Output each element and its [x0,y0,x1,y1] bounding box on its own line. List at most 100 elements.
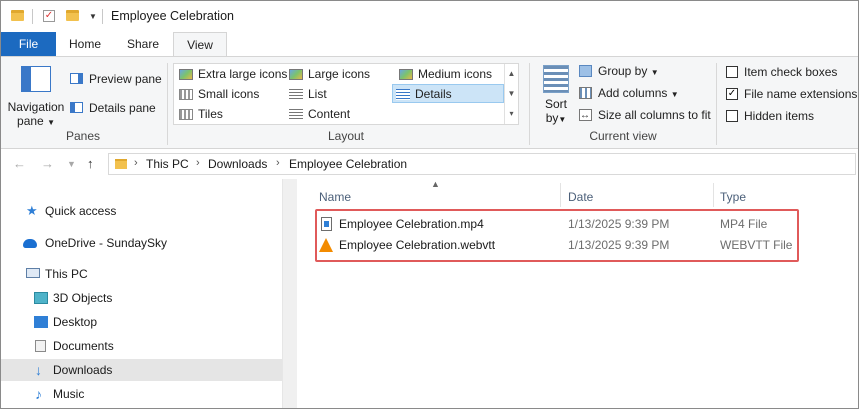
details-pane-button[interactable]: Details pane [70,99,156,117]
layout-list[interactable]: List [286,85,327,104]
preview-pane-label: Preview pane [89,72,162,86]
gallery-down-icon[interactable]: ▼ [505,84,518,104]
properties-check-icon[interactable]: ✓ [43,10,55,22]
folder-icon [11,10,24,21]
address-bar-row: ← → ▼ ↑ › This PC › Downloads › Employee… [1,150,858,178]
file-name-extensions-checkbox[interactable]: ✓ [726,88,738,100]
forward-arrow-icon[interactable]: → [41,156,54,171]
navigation-pane: ★ Quick access OneDrive - SundaySky This… [1,179,297,408]
file-type: MP4 File [720,217,768,231]
nav-item-3d-objects[interactable]: 3D Objects [1,287,282,309]
hidden-items-option[interactable]: Hidden items [725,107,814,125]
hidden-items-checkbox[interactable] [726,110,738,122]
layout-tiles[interactable]: Tiles [176,105,223,124]
column-header-name[interactable]: Name [319,187,351,207]
item-check-boxes-checkbox[interactable] [726,66,738,78]
details-pane-label: Details pane [89,101,156,115]
navigation-pane-label-2: pane ▼ [17,114,55,128]
layout-group-label: Layout [327,129,365,143]
nav-item-music[interactable]: ♪ Music [1,383,282,405]
sort-by-label: Sort [544,97,567,111]
sort-by-label-2: by▼ [545,111,567,125]
folder-icon [115,159,127,169]
image-medium-icon [399,69,413,80]
table-row[interactable]: Employee Celebration.webvtt 1/13/2025 9:… [319,235,799,255]
layout-gallery: Extra large icons Large icons Medium ico… [173,63,519,125]
chevron-down-icon: ▼ [558,115,567,124]
file-type: WEBVTT File [720,238,793,252]
breadcrumb-separator-icon[interactable]: › [196,157,200,169]
ribbon-view: Navigation pane ▼ Preview pane Details p… [1,56,858,149]
column-header-type[interactable]: Type [720,187,746,207]
navigation-pane-button[interactable]: Navigation pane ▼ [7,63,65,128]
layout-medium-icons[interactable]: Medium icons [396,65,492,84]
tab-file[interactable]: File [1,32,56,56]
breadcrumb-separator-icon[interactable]: › [134,157,138,169]
gallery-more-icon[interactable]: ▾ [505,104,518,124]
file-name-extensions-option[interactable]: ✓ File name extensions [725,85,857,103]
tab-home[interactable]: Home [57,32,113,56]
navigation-pane-scrollbar[interactable] [282,179,297,408]
layout-small-icons[interactable]: Small icons [176,85,259,104]
group-by-icon [579,65,592,77]
size-columns-button[interactable]: Size all columns to fit [579,106,711,125]
window-title: Employee Celebration [111,9,234,23]
content-icon [289,109,303,120]
new-folder-icon[interactable] [66,10,79,21]
recent-locations-chevron-icon[interactable]: ▼ [67,159,76,169]
group-by-button[interactable]: Group by ▼ [579,62,659,80]
preview-pane-button[interactable]: Preview pane [70,70,162,88]
image-large-icon [179,69,193,80]
gallery-up-icon[interactable]: ▲ [505,64,518,84]
file-date: 1/13/2025 9:39 PM [568,238,670,252]
details-pane-icon [70,102,83,113]
layout-extra-large-icons[interactable]: Extra large icons [176,65,287,84]
nav-item-documents[interactable]: Documents [1,335,282,357]
title-bar: ✓ ▼ Employee Celebration [1,1,858,32]
list-icon [289,89,303,100]
ribbon-separator [529,63,530,145]
tab-view[interactable]: View [173,32,227,57]
tab-share[interactable]: Share [114,32,172,56]
breadcrumb-downloads[interactable]: Downloads [208,157,267,171]
sort-icon [543,65,569,93]
nav-item-onedrive[interactable]: OneDrive - SundaySky [1,232,282,254]
chevron-down-icon: ▼ [650,68,659,77]
video-file-icon [321,217,332,231]
address-bar[interactable]: › This PC › Downloads › Employee Celebra… [108,153,856,175]
add-columns-icon [579,87,592,99]
breadcrumb-separator-icon[interactable]: › [276,157,280,169]
current-view-group-label: Current view [589,129,657,143]
cube-icon [34,292,48,304]
layout-details[interactable]: Details [392,84,504,103]
column-divider[interactable] [713,183,714,207]
layout-large-icons[interactable]: Large icons [286,65,370,84]
back-arrow-icon[interactable]: ← [13,156,26,171]
nav-item-this-pc[interactable]: This PC [1,263,282,285]
table-row[interactable]: Employee Celebration.mp4 1/13/2025 9:39 … [319,214,799,234]
desktop-icon [34,316,48,328]
chevron-down-icon: ▼ [47,118,55,127]
breadcrumb-this-pc[interactable]: This PC [146,157,189,171]
music-icon: ♪ [35,386,42,402]
item-check-boxes-option[interactable]: Item check boxes [725,63,837,81]
up-arrow-icon[interactable]: ↑ [87,156,94,171]
column-divider[interactable] [560,183,561,207]
breadcrumb-employee-celebration[interactable]: Employee Celebration [289,157,407,171]
nav-item-quick-access[interactable]: ★ Quick access [1,200,282,222]
toolbar-separator [32,9,33,24]
layout-content[interactable]: Content [286,105,350,124]
details-icon [396,89,410,100]
download-icon: ↓ [35,362,42,378]
add-columns-button[interactable]: Add columns ▼ [579,84,679,102]
file-name: Employee Celebration.mp4 [339,217,484,231]
nav-item-downloads[interactable]: ↓ Downloads [1,359,282,381]
column-header-date[interactable]: Date [568,187,593,207]
customize-quick-access-chevron-icon[interactable]: ▼ [89,12,97,21]
sort-ascending-chevron-icon: ▲ [431,179,440,189]
file-date: 1/13/2025 9:39 PM [568,217,670,231]
nav-item-desktop[interactable]: Desktop [1,311,282,333]
ribbon-separator [716,63,717,145]
sort-by-button[interactable]: Sort by▼ [539,63,573,133]
toolbar-separator [102,9,103,24]
